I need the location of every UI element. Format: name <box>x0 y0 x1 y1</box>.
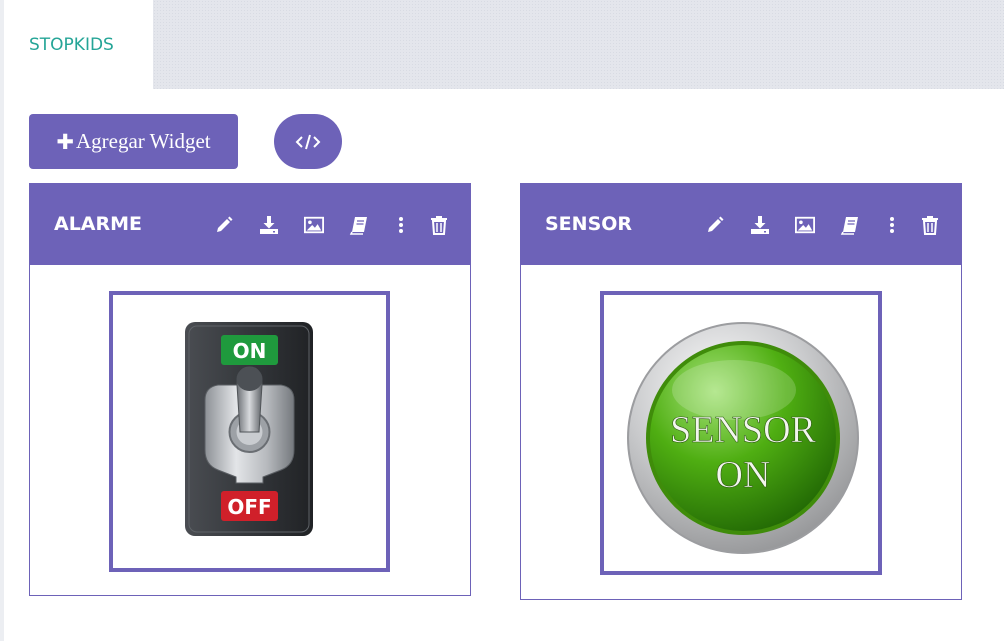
trash-icon[interactable] <box>429 215 449 235</box>
tab-strip <box>153 0 1004 89</box>
widget-alarme: ALARME ON OFF <box>29 183 471 596</box>
tab-stopkids[interactable]: STOPKIDS <box>4 0 153 89</box>
widget-tools <box>214 215 449 235</box>
sensor-button-image[interactable]: SENSOR ON <box>604 295 878 571</box>
sensor-line1: SENSOR <box>670 409 816 451</box>
add-widget-label: Agregar Widget <box>75 129 211 153</box>
widget-header: ALARME <box>30 184 470 265</box>
kebab-icon[interactable] <box>394 215 408 235</box>
widget-sensor: SENSOR SENSOR ON <box>520 183 962 600</box>
pencil-icon[interactable] <box>705 215 725 235</box>
widget-image-frame: SENSOR ON <box>600 291 882 575</box>
kebab-icon[interactable] <box>885 215 899 235</box>
code-icon <box>295 134 321 149</box>
widget-tools <box>705 215 940 235</box>
download-icon[interactable] <box>259 215 279 235</box>
widget-header: SENSOR <box>521 184 961 265</box>
widget-title: ALARME <box>54 213 143 235</box>
toggle-switch-image[interactable]: ON OFF <box>113 295 386 568</box>
widget-image-frame: ON OFF <box>109 291 390 572</box>
code-button[interactable] <box>274 114 342 169</box>
plus-icon: ✚ <box>56 129 74 154</box>
pencil-icon[interactable] <box>214 215 234 235</box>
image-icon[interactable] <box>795 215 815 235</box>
book-icon[interactable] <box>349 215 369 235</box>
switch-on-label: ON <box>233 339 267 363</box>
tab-stopkids-label: STOPKIDS <box>29 34 114 55</box>
trash-icon[interactable] <box>920 215 940 235</box>
add-widget-button[interactable]: ✚ Agregar Widget <box>29 114 238 169</box>
sensor-line2: ON <box>716 454 771 496</box>
image-icon[interactable] <box>304 215 324 235</box>
left-edge <box>0 0 4 641</box>
widget-title: SENSOR <box>545 213 633 235</box>
book-icon[interactable] <box>840 215 860 235</box>
switch-off-label: OFF <box>227 495 271 519</box>
download-icon[interactable] <box>750 215 770 235</box>
